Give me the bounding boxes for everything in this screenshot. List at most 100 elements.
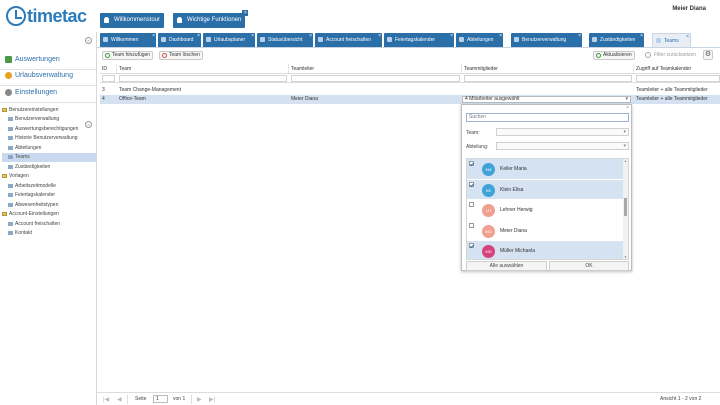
close-icon[interactable]: × bbox=[686, 34, 689, 40]
member-list-scrollbar[interactable]: ▲ ▼ bbox=[623, 159, 628, 259]
refresh-button[interactable]: Aktualisieren bbox=[593, 51, 635, 60]
avatar: KE bbox=[482, 183, 495, 197]
tab-dashboard[interactable]: Dashboard × bbox=[158, 33, 201, 47]
checkbox[interactable] bbox=[469, 202, 474, 207]
filter-team-input[interactable] bbox=[119, 75, 287, 82]
member-search-input[interactable]: Suchen bbox=[466, 113, 629, 122]
tab-benutzerverwaltung[interactable]: Benutzerverwaltung × bbox=[511, 33, 582, 47]
tree-item-account-freischalten[interactable]: Account freischalten bbox=[2, 219, 96, 229]
tree-label: Auswertungsberechtigungen bbox=[15, 125, 79, 132]
filter-zugriff-input[interactable] bbox=[636, 75, 720, 82]
tree-item-historie[interactable]: Historie Benutzerverwaltung bbox=[2, 134, 96, 144]
close-icon[interactable]: × bbox=[578, 33, 581, 39]
user-name[interactable]: Meier Diana bbox=[672, 6, 706, 12]
tree-label: Arbeitszeitmodelle bbox=[15, 182, 56, 189]
welcome-tour-label: Willkommenstour bbox=[114, 17, 161, 23]
filter-reset-icon[interactable] bbox=[645, 52, 651, 58]
member-item-meier-diana[interactable]: MD Meier Diana bbox=[467, 221, 628, 241]
scroll-down-icon[interactable]: ▼ bbox=[623, 255, 628, 259]
collapse-sidebar-icon[interactable]: « bbox=[85, 37, 92, 44]
member-item-lehner-herwig[interactable]: LH Lehner Herwig bbox=[467, 200, 628, 221]
checkbox[interactable] bbox=[469, 181, 474, 187]
tree-item-zustaendigkeiten[interactable]: Zuständigkeiten bbox=[2, 162, 96, 172]
tab-account-freischalten[interactable]: Account freischalten × bbox=[315, 33, 382, 47]
tab-urlaubsplaner[interactable]: Urlaubsplaner × bbox=[203, 33, 255, 47]
timetac-logo[interactable]: timetac bbox=[6, 5, 87, 27]
column-header-zugriff[interactable]: Zugriff auf Teamkalender bbox=[634, 64, 720, 73]
close-icon[interactable]: × bbox=[242, 10, 249, 16]
ok-button[interactable]: OK bbox=[549, 261, 629, 271]
user-icon bbox=[8, 117, 13, 122]
history-icon bbox=[8, 136, 13, 141]
next-page-icon[interactable]: ▶ bbox=[197, 396, 202, 403]
tree-item-arbeitszeitmodelle[interactable]: Arbeitszeitmodelle bbox=[2, 181, 96, 191]
page-number-input[interactable]: 1 bbox=[153, 395, 168, 403]
tab-feiertagskalender[interactable]: Feiertagskalender × bbox=[384, 33, 454, 47]
close-icon[interactable]: × bbox=[626, 105, 629, 111]
checkbox[interactable] bbox=[469, 243, 474, 248]
member-item-keller-maria[interactable]: KM Keller Maria bbox=[467, 159, 628, 180]
tab-abteilungen[interactable]: Abteilungen × bbox=[456, 33, 503, 47]
close-icon[interactable]: × bbox=[640, 33, 643, 39]
close-icon[interactable]: × bbox=[450, 33, 453, 39]
filter-reset-label[interactable]: Filter zurücksetzen bbox=[654, 52, 696, 58]
column-header-teamleiter[interactable]: Teamleiter bbox=[289, 64, 462, 73]
tree-item-benutzerverwaltung[interactable]: Benutzerverwaltung bbox=[2, 115, 96, 125]
select-all-button[interactable]: Alle auswählen bbox=[466, 261, 547, 271]
cell-id: 3 bbox=[102, 87, 105, 93]
tree-folder-vorlagen[interactable]: Vorlagen bbox=[2, 172, 96, 182]
filter-teammitglieder-input[interactable] bbox=[464, 75, 632, 82]
tree-item-teams[interactable]: Teams bbox=[2, 152, 96, 162]
column-header-teammitglieder[interactable]: Teammitglieder bbox=[462, 64, 634, 73]
settings-icon[interactable]: ⚙ bbox=[703, 50, 713, 60]
close-icon[interactable]: × bbox=[197, 33, 200, 39]
tab-teams[interactable]: Teams × bbox=[652, 33, 691, 47]
column-header-id[interactable]: ID bbox=[100, 64, 117, 73]
teams-grid: ID Team Teamleiter Teammitglieder Zugrif… bbox=[100, 64, 720, 104]
nav-urlaubsverwaltung[interactable]: Urlaubsverwaltung bbox=[0, 67, 96, 84]
checkbox[interactable] bbox=[469, 161, 474, 166]
close-icon[interactable]: × bbox=[251, 33, 254, 39]
members-select[interactable]: 4 Mitarbeiter ausgewählt ▾ bbox=[462, 96, 631, 103]
last-page-icon[interactable]: ▶| bbox=[209, 396, 215, 403]
nav-einstellungen[interactable]: Einstellungen bbox=[0, 84, 96, 101]
column-header-team[interactable]: Team bbox=[117, 64, 289, 73]
close-icon[interactable]: × bbox=[378, 33, 381, 39]
tab-label: Benutzerverwaltung bbox=[522, 37, 567, 43]
tree-folder-account[interactable]: Account-Einstellungen bbox=[2, 210, 96, 220]
tab-statusuebersicht[interactable]: Statusübersicht × bbox=[257, 33, 313, 47]
delete-team-button[interactable]: Team löschen bbox=[159, 51, 203, 60]
scrollbar-thumb[interactable] bbox=[624, 198, 627, 216]
close-icon[interactable]: × bbox=[152, 33, 155, 39]
tab-willkommen[interactable]: Willkommen × bbox=[100, 33, 156, 47]
tree-item-kontakt[interactable]: Kontakt bbox=[2, 229, 96, 239]
mail-icon bbox=[8, 231, 13, 236]
tree-item-feiertagskalender[interactable]: Feiertagskalender bbox=[2, 191, 96, 201]
filter-id-input[interactable] bbox=[102, 75, 115, 82]
tab-zustaendigkeiten[interactable]: Zuständigkeiten × bbox=[589, 33, 644, 47]
welcome-tour-button[interactable]: Willkommenstour bbox=[100, 13, 165, 28]
checkbox[interactable] bbox=[469, 222, 474, 228]
member-item-mueller-michaela[interactable]: MD Müller Michaela bbox=[467, 241, 628, 259]
clock-icon bbox=[6, 6, 26, 26]
department-filter-select[interactable]: ▾ bbox=[496, 142, 629, 150]
first-page-icon[interactable]: |◀ bbox=[103, 396, 109, 403]
filter-teamleiter-input[interactable] bbox=[291, 75, 460, 82]
tree-item-auswertungsberechtigungen[interactable]: Auswertungsberechtigungen bbox=[2, 124, 96, 134]
table-row[interactable]: 3 Team Change-Management Teamleiter + al… bbox=[100, 86, 720, 95]
tree-item-abwesenheitstypen[interactable]: Abwesenheitstypen bbox=[2, 200, 96, 210]
nav-auswertungen[interactable]: Auswertungen bbox=[0, 51, 96, 68]
scroll-up-icon[interactable]: ▲ bbox=[623, 159, 628, 163]
add-team-button[interactable]: Team hinzufügen bbox=[102, 51, 154, 60]
close-icon[interactable]: × bbox=[499, 33, 502, 39]
tree-folder-benutzereinstellungen[interactable]: Benutzereinstellungen bbox=[2, 105, 96, 115]
member-item-klein-elisa[interactable]: KE Klein Elisa bbox=[467, 179, 628, 200]
table-row-selected[interactable]: 4 Office-Team Meier Diana 4 Mitarbeiter … bbox=[100, 95, 720, 104]
close-icon[interactable]: × bbox=[309, 33, 312, 39]
important-features-button[interactable]: Wichtige Funktionen × bbox=[173, 10, 249, 28]
prev-page-icon[interactable]: ◀ bbox=[117, 396, 122, 403]
tree-item-abteilungen[interactable]: Abteilungen bbox=[2, 143, 96, 153]
member-name: Keller Maria bbox=[500, 166, 527, 172]
team-filter-select[interactable]: ▾ bbox=[496, 128, 629, 136]
responsibility-icon bbox=[592, 37, 597, 42]
